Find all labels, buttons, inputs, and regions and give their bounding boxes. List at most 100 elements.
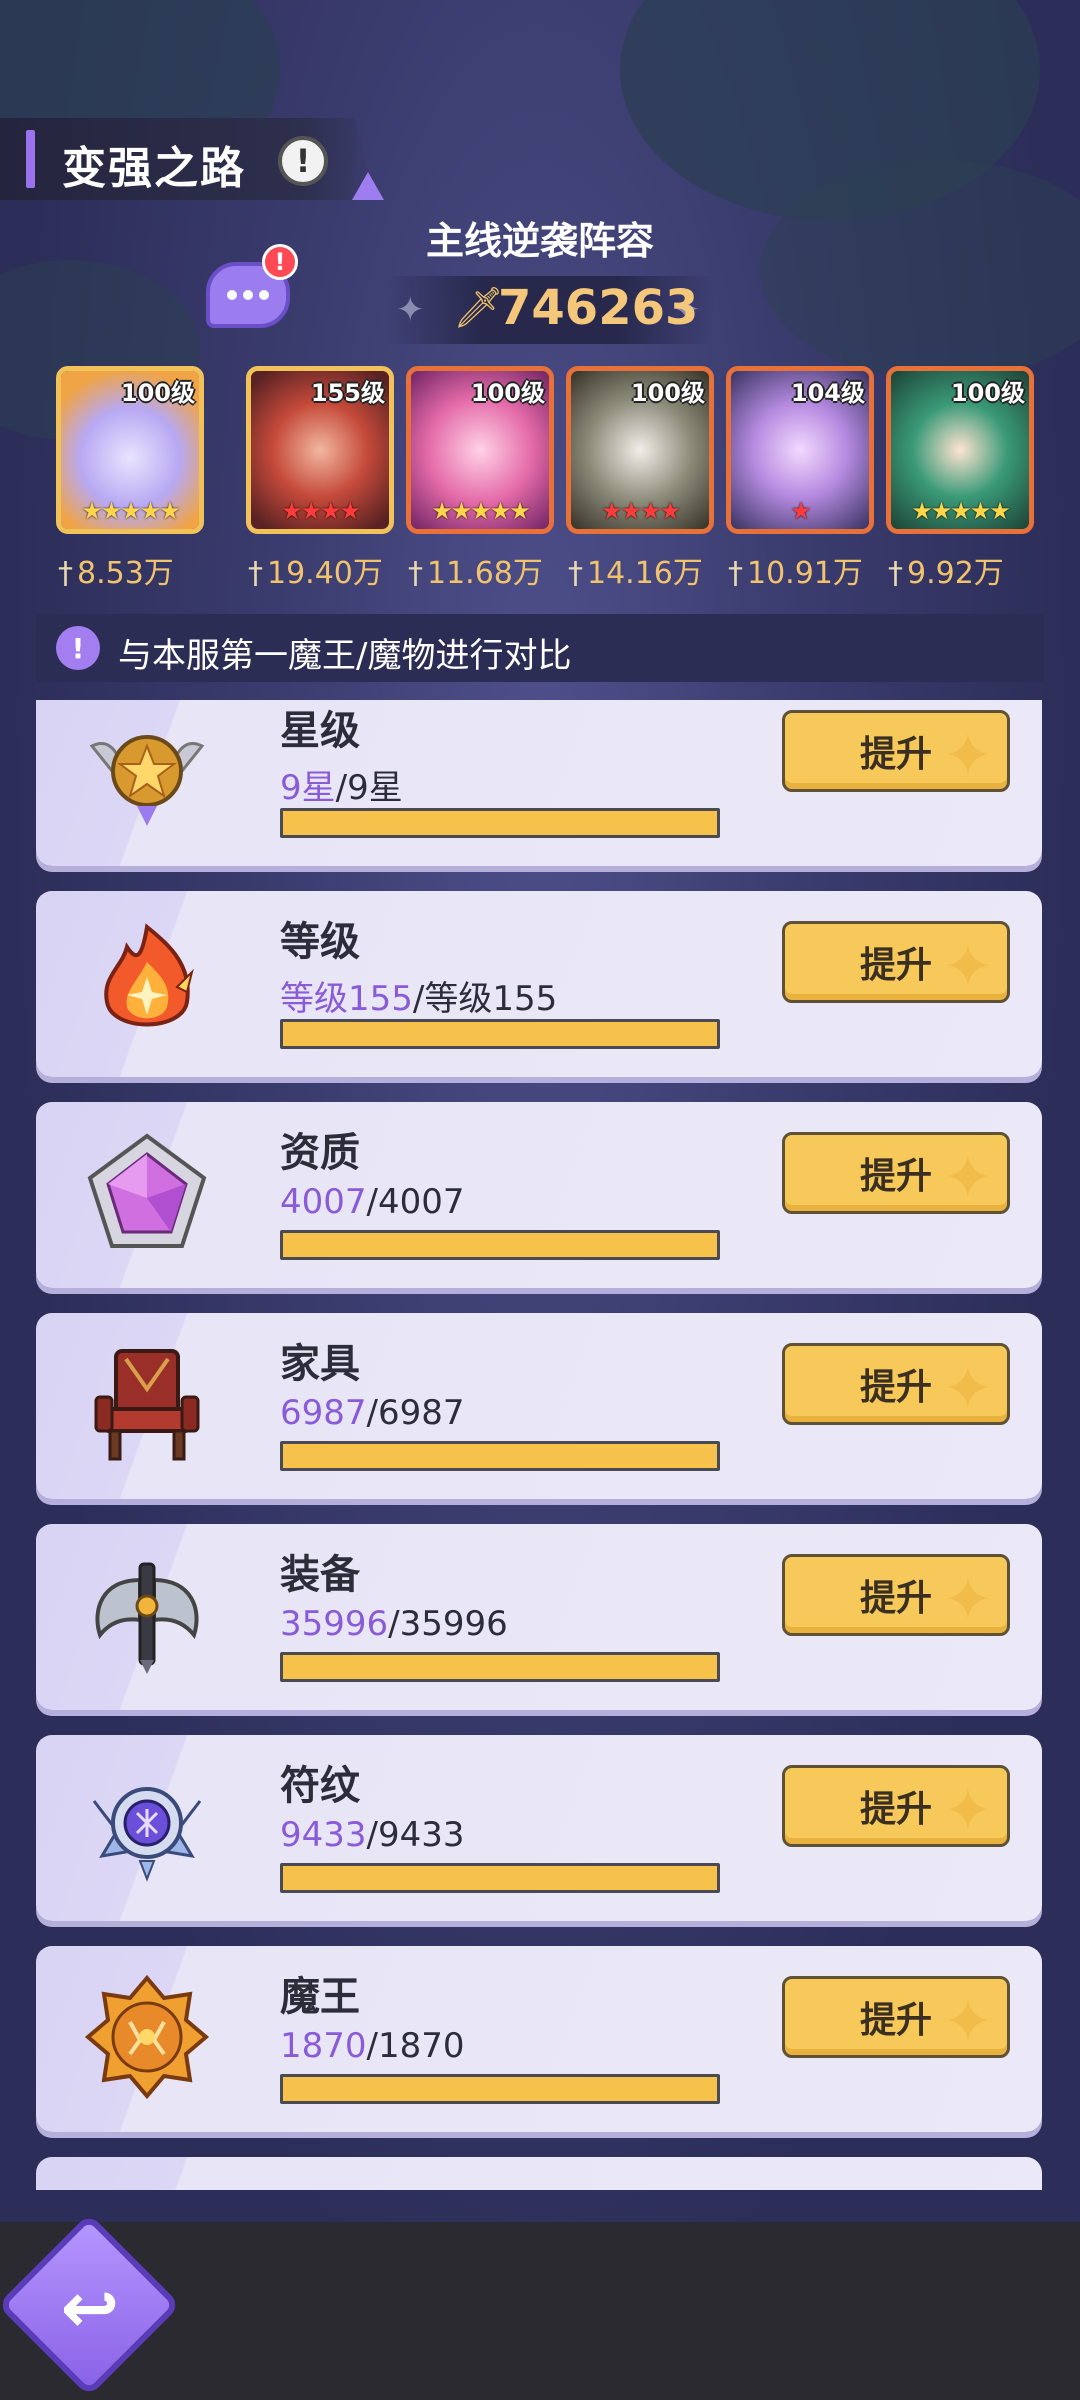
compare-text: 与本服第一魔王/魔物进行对比: [118, 636, 572, 676]
page-title: 变强之路: [62, 143, 246, 194]
triangle-marker-icon: [352, 172, 384, 200]
upgrade-button[interactable]: ✦ 提升: [782, 1554, 1010, 1636]
hero-card[interactable]: 100级 ★★★★★: [56, 366, 204, 534]
current-value: 35996: [280, 1604, 389, 1644]
current-value: 4007: [280, 1182, 367, 1222]
progress-bar: [280, 1019, 720, 1049]
current-value: 9433: [280, 1815, 367, 1855]
item-name: 符纹: [280, 1763, 360, 1809]
upgrade-button[interactable]: ✦ 提升: [782, 1132, 1010, 1214]
upgrade-button[interactable]: ✦ 提升: [782, 710, 1010, 792]
hero-power: † 8.53万: [58, 548, 174, 592]
hero-power: † 19.40万: [248, 548, 383, 592]
upgrade-button-label: 提升: [859, 2000, 932, 2041]
sword-power-icon: 🗡: [453, 285, 504, 331]
max-value: 9433: [378, 1815, 465, 1855]
item-progress-text: 9星/9星: [280, 760, 403, 809]
demon-king-icon: [82, 1972, 212, 2102]
item-name: 星级: [280, 708, 360, 754]
hero-power: † 9.92万: [888, 548, 1004, 592]
hero-level: 155级: [310, 379, 385, 407]
hero-stars: ★★★★: [280, 497, 361, 525]
hero-card[interactable]: 100级 ★★★★★: [886, 366, 1034, 534]
total-power-value: 746263: [498, 280, 699, 336]
item-name: 魔王: [280, 1974, 360, 2020]
hero-card[interactable]: 100级 ★★★★★: [406, 366, 554, 534]
hero-card[interactable]: 100级 ★★★★: [566, 366, 714, 534]
back-arrow-icon: ↩: [60, 2267, 120, 2349]
current-value: 1870: [280, 2026, 367, 2066]
hero-level: 104级: [790, 379, 865, 407]
hero-card[interactable]: 104级 ★: [726, 366, 874, 534]
hero-level: 100级: [950, 379, 1025, 407]
upgrade-item-card: 资质 4007/4007 ✦ 提升: [36, 1102, 1042, 1288]
hero-power: † 10.91万: [728, 548, 863, 592]
separator: /: [366, 1815, 378, 1855]
hero-level: 100级: [470, 379, 545, 407]
hero-stars: ★★★★★: [81, 497, 181, 525]
info-icon[interactable]: !: [278, 136, 328, 186]
progress-bar: [280, 808, 720, 838]
sword-icon: †: [58, 556, 73, 591]
sparkle-icon: ✦: [942, 1143, 993, 1213]
upgrade-item-card-partial: [36, 2157, 1042, 2190]
item-progress-text: 9433/9433: [280, 1815, 465, 1855]
max-value: 9星: [347, 768, 403, 808]
upgrade-item-card: 符纹 9433/9433 ✦ 提升: [36, 1735, 1042, 1921]
upgrade-item-card: 装备 35996/35996 ✦ 提升: [36, 1524, 1042, 1710]
upgrade-button-label: 提升: [859, 1367, 932, 1408]
progress-bar: [280, 1652, 720, 1682]
progress-bar: [280, 1230, 720, 1260]
upgrade-button[interactable]: ✦ 提升: [782, 1343, 1010, 1425]
max-value: 等级155: [424, 979, 558, 1019]
title-accent-bar: [26, 130, 35, 188]
hero-power-value: 14.16万: [587, 556, 703, 591]
lineup-title: 主线逆袭阵容: [425, 219, 654, 263]
hero-power-value: 11.68万: [427, 556, 543, 591]
max-value: 6987: [378, 1393, 465, 1433]
upgrade-button[interactable]: ✦ 提升: [782, 1976, 1010, 2058]
item-name: 等级: [280, 919, 360, 965]
sparkle-icon: ✦: [942, 1776, 993, 1846]
sword-icon: †: [568, 556, 583, 591]
separator: /: [388, 1604, 400, 1644]
sparkle-icon: ✦: [942, 721, 993, 791]
progress-fill: [283, 1022, 717, 1046]
sparkle-icon: ✦: [942, 1565, 993, 1635]
upgrade-button[interactable]: ✦ 提升: [782, 921, 1010, 1003]
sword-icon: †: [888, 556, 903, 591]
exclamation-icon: !: [56, 626, 100, 670]
current-value: 6987: [280, 1393, 367, 1433]
progress-bar: [280, 2074, 720, 2104]
item-progress-text: 6987/6987: [280, 1393, 465, 1433]
upgrade-list[interactable]: 星级 9星/9星 ✦ 提升 等级 等级155/等级155 ✦ 提升 资质 4007/4007 ✦ 提升…: [0, 700, 1080, 2190]
separator: /: [366, 1182, 378, 1222]
sword-icon: †: [408, 556, 423, 591]
separator: /: [335, 768, 348, 808]
hero-level: 100级: [630, 379, 705, 407]
progress-fill: [283, 811, 717, 835]
upgrade-button-label: 提升: [859, 734, 932, 775]
sparkle-icon: ✦: [942, 1987, 993, 2057]
hero-power-value: 8.53万: [77, 556, 174, 591]
hero-card[interactable]: 155级 ★★★★: [246, 366, 394, 534]
game-screen: 变强之路 ! ! 主线逆袭阵容 ✦ ✦ 🗡 746263 100级 ★★★★★ † 8…: [0, 0, 1080, 2400]
item-progress-text: 1870/1870: [280, 2026, 465, 2066]
sword-icon: †: [728, 556, 743, 591]
hero-power: † 11.68万: [408, 548, 543, 592]
item-name: 资质: [280, 1130, 360, 1176]
upgrade-item-card: 星级 9星/9星 ✦ 提升: [36, 700, 1042, 866]
hero-stars: ★★★★★: [431, 497, 531, 525]
hero-stars: ★: [790, 497, 812, 525]
separator: /: [366, 2026, 378, 2066]
upgrade-item-card: 魔王 1870/1870 ✦ 提升: [36, 1946, 1042, 2132]
upgrade-button-label: 提升: [859, 945, 932, 986]
star-badge-icon: [82, 706, 212, 836]
progress-bar: [280, 1441, 720, 1471]
item-name: 装备: [280, 1552, 360, 1598]
hero-power-value: 9.92万: [907, 556, 1004, 591]
sparkle-icon: ✦: [942, 1354, 993, 1424]
progress-fill: [283, 1233, 717, 1257]
upgrade-button[interactable]: ✦ 提升: [782, 1765, 1010, 1847]
hero-power-value: 19.40万: [267, 556, 383, 591]
